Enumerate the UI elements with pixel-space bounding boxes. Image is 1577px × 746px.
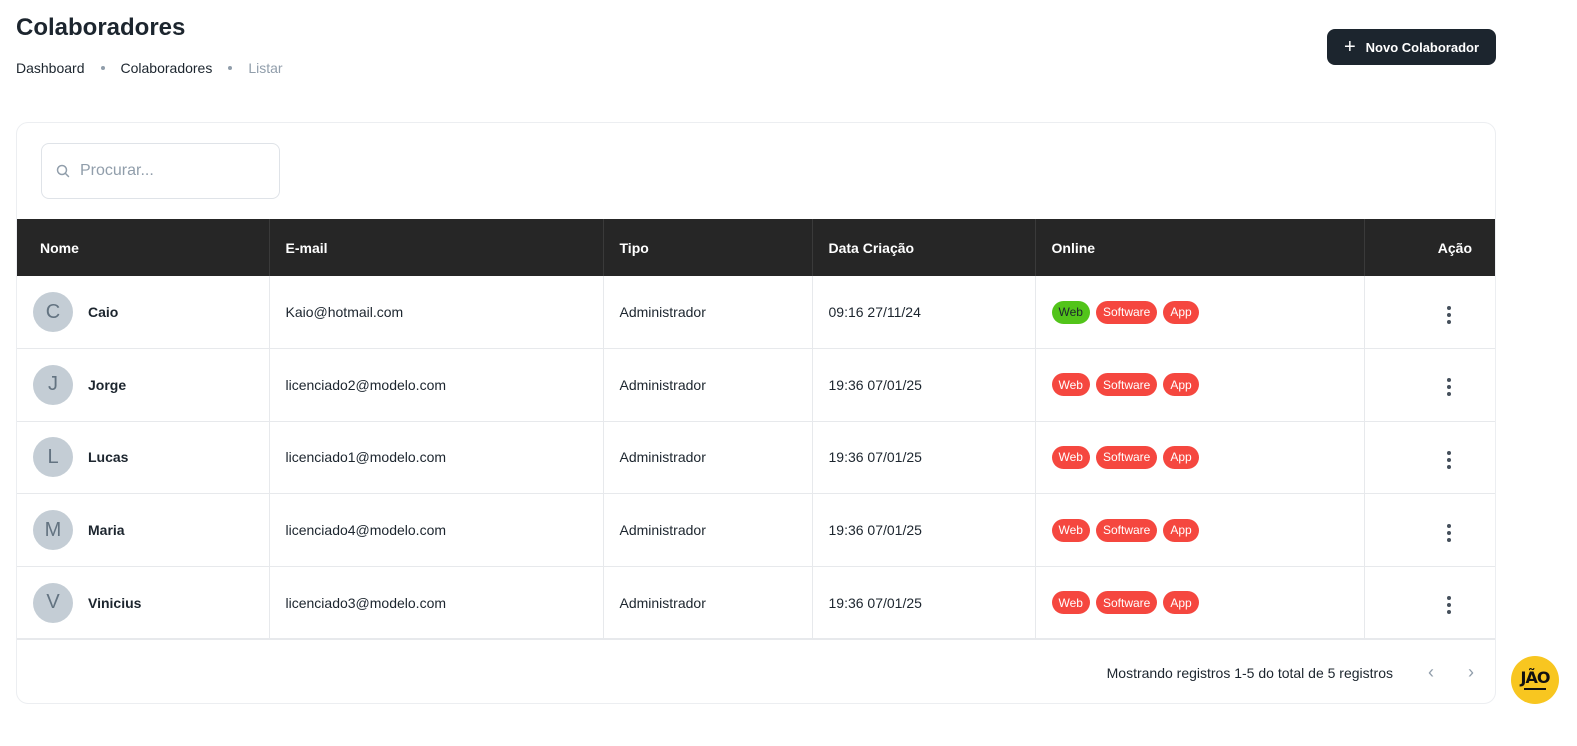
more-vertical-icon[interactable]: [1439, 520, 1459, 546]
breadcrumb-listar: Listar: [248, 60, 283, 76]
cell-online: Web Software App: [1035, 348, 1365, 422]
table-row[interactable]: C Caio Kaio@hotmail.com Administrador 09…: [17, 276, 1495, 349]
cell-email: licenciado3@modelo.com: [269, 566, 604, 639]
avatar: M: [33, 510, 73, 551]
collaborator-name: Jorge: [88, 376, 127, 393]
cell-data-criacao: 19:36 07/01/25: [812, 566, 1036, 639]
column-header-nome[interactable]: Nome: [17, 219, 270, 276]
breadcrumb-separator: [100, 66, 105, 70]
chevron-right-icon[interactable]: ›: [1459, 661, 1483, 685]
cell-nome: V Vinicius: [17, 566, 270, 639]
table-row[interactable]: J Jorge licenciado2@modelo.com Administr…: [17, 348, 1495, 422]
cell-acao: [1364, 349, 1495, 422]
table-row[interactable]: V Vinicius licenciado3@modelo.com Admini…: [17, 566, 1495, 639]
avatar: L: [33, 437, 73, 478]
cell-acao: [1364, 421, 1495, 494]
collaborator-name: Vinicius: [88, 594, 142, 611]
online-badge-software: Software: [1095, 518, 1158, 542]
cell-nome: L Lucas: [17, 421, 270, 494]
search-icon: [56, 164, 70, 178]
collaborators-card: Nome E-mail Tipo Data Criação Online Açã…: [16, 122, 1496, 704]
collaborators-table: Nome E-mail Tipo Data Criação Online Açã…: [17, 219, 1495, 639]
cell-online: Web Software App: [1035, 421, 1365, 494]
breadcrumb: Dashboard Colaboradores Listar: [16, 60, 283, 76]
more-vertical-icon[interactable]: [1439, 447, 1459, 473]
more-vertical-icon[interactable]: [1439, 592, 1459, 618]
online-badge-app: App: [1163, 591, 1199, 615]
online-badge-software: Software: [1095, 591, 1158, 615]
cell-tipo: Administrador: [603, 566, 813, 639]
online-badge-software: Software: [1095, 300, 1158, 324]
cell-data-criacao: 19:36 07/01/25: [812, 493, 1036, 567]
breadcrumb-colaboradores[interactable]: Colaboradores: [121, 60, 213, 76]
column-header-data-criacao[interactable]: Data Criação: [812, 219, 1036, 276]
brand-logo-button[interactable]: JÃO: [1511, 656, 1559, 704]
search-input[interactable]: [80, 162, 260, 180]
cell-data-criacao: 09:16 27/11/24: [812, 276, 1036, 349]
page-title: Colaboradores: [16, 14, 186, 41]
cell-tipo: Administrador: [603, 348, 813, 422]
search-box[interactable]: [41, 143, 280, 199]
table-row[interactable]: L Lucas licenciado1@modelo.com Administr…: [17, 421, 1495, 494]
cell-email: licenciado4@modelo.com: [269, 493, 604, 567]
cell-email: Kaio@hotmail.com: [269, 276, 604, 349]
online-badge-web: Web: [1051, 591, 1090, 615]
cell-nome: J Jorge: [17, 348, 270, 422]
avatar: V: [33, 582, 73, 623]
cell-tipo: Administrador: [603, 421, 813, 494]
pagination-summary: Mostrando registros 1-5 do total de 5 re…: [1106, 664, 1393, 681]
online-badge-software: Software: [1095, 445, 1158, 469]
collaborator-name: Caio: [88, 304, 119, 321]
online-badge-software: Software: [1095, 373, 1158, 397]
cell-acao: [1364, 566, 1495, 639]
cell-nome: C Caio: [17, 276, 270, 349]
table-header-row: Nome E-mail Tipo Data Criação Online Açã…: [17, 219, 1495, 276]
breadcrumb-separator: [228, 66, 233, 70]
column-header-email[interactable]: E-mail: [269, 219, 604, 276]
collaborator-name: Lucas: [88, 449, 129, 466]
online-badge-app: App: [1163, 373, 1199, 397]
cell-nome: M Maria: [17, 493, 270, 567]
more-vertical-icon[interactable]: [1439, 302, 1459, 328]
avatar: C: [33, 292, 73, 333]
table-row[interactable]: M Maria licenciado4@modelo.com Administr…: [17, 493, 1495, 567]
pagination-controls: ‹ ›: [1419, 661, 1483, 685]
breadcrumb-dashboard[interactable]: Dashboard: [16, 60, 85, 76]
brand-logo: JÃO: [1520, 668, 1551, 687]
brand-logo-underline: [1524, 688, 1546, 690]
column-header-acao: Ação: [1437, 239, 1472, 256]
cell-acao: [1364, 276, 1495, 349]
cell-online: Web Software App: [1035, 566, 1365, 639]
collaborator-name: Maria: [88, 522, 125, 539]
plus-icon: +: [1343, 36, 1356, 58]
chevron-left-icon[interactable]: ‹: [1419, 661, 1443, 685]
column-header-tipo[interactable]: Tipo: [603, 219, 813, 276]
online-badge-app: App: [1163, 445, 1199, 469]
column-header-online[interactable]: Online: [1035, 219, 1365, 276]
table-footer: Mostrando registros 1-5 do total de 5 re…: [17, 639, 1495, 703]
cell-tipo: Administrador: [603, 276, 813, 349]
online-badge-web: Web: [1051, 445, 1090, 469]
online-badge-app: App: [1163, 518, 1199, 542]
cell-acao: [1364, 494, 1495, 567]
more-vertical-icon[interactable]: [1439, 374, 1459, 400]
cell-email: licenciado2@modelo.com: [269, 348, 604, 422]
cell-data-criacao: 19:36 07/01/25: [812, 348, 1036, 422]
online-badge-web: Web: [1051, 373, 1090, 397]
cell-online: Web Software App: [1035, 276, 1365, 349]
cell-email: licenciado1@modelo.com: [269, 421, 604, 494]
avatar: J: [33, 364, 73, 405]
online-badge-app: App: [1163, 300, 1199, 324]
cell-online: Web Software App: [1035, 493, 1365, 567]
online-badge-web: Web: [1051, 300, 1090, 324]
new-collaborator-button[interactable]: + Novo Colaborador: [1327, 29, 1496, 65]
online-badge-web: Web: [1051, 518, 1090, 542]
new-collaborator-label: Novo Colaborador: [1365, 39, 1480, 55]
cell-tipo: Administrador: [603, 493, 813, 567]
cell-data-criacao: 19:36 07/01/25: [812, 421, 1036, 494]
